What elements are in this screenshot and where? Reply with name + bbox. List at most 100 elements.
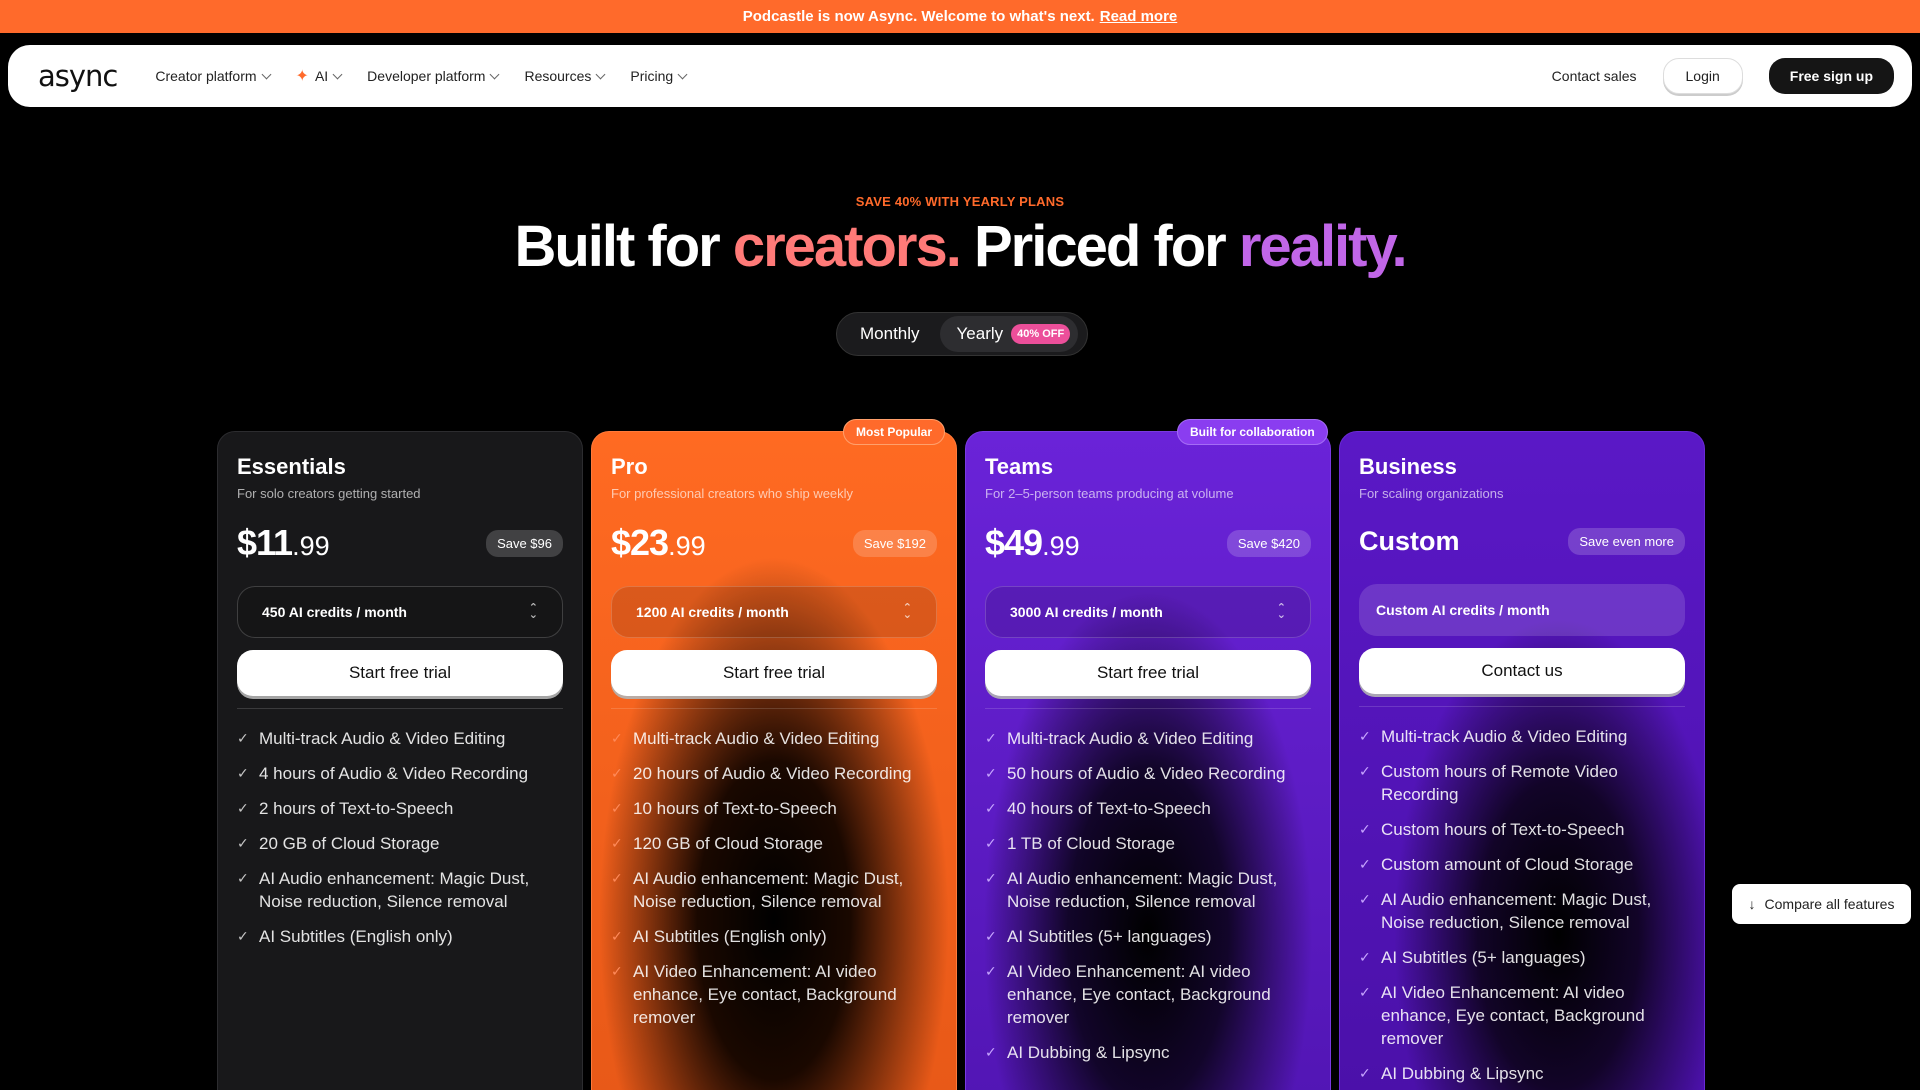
login-button[interactable]: Login — [1662, 58, 1743, 94]
nav-creator-platform[interactable]: Creator platform — [155, 68, 271, 84]
chevron-down-icon — [261, 69, 271, 79]
list-item: ✓ AI Subtitles (5+ languages) — [1359, 946, 1685, 969]
headline-creators: creators. — [732, 214, 962, 279]
list-item: ✓ AI Subtitles (English only) — [611, 925, 937, 948]
check-icon: ✓ — [611, 870, 623, 886]
feature-text: 20 GB of Cloud Storage — [259, 834, 440, 853]
check-icon: ✓ — [1359, 856, 1371, 872]
list-item: ✓ 4 hours of Audio & Video Recording — [237, 762, 563, 785]
start-free-trial-button[interactable]: Start free trial — [611, 650, 937, 696]
nav-ai[interactable]: ✦ AI — [295, 66, 343, 86]
list-item: ✓ 120 GB of Cloud Storage — [611, 832, 937, 855]
contact-us-button[interactable]: Contact us — [1359, 648, 1685, 694]
feature-text: Multi-track Audio & Video Editing — [259, 729, 506, 748]
save-badge: Save $96 — [486, 529, 563, 557]
list-item: ✓ AI Dubbing & Lipsync — [985, 1041, 1311, 1064]
check-icon: ✓ — [985, 765, 997, 781]
feature-list: ✓ Multi-track Audio & Video Editing ✓ 4 ho… — [237, 727, 563, 948]
free-sign-up-button[interactable]: Free sign up — [1768, 58, 1894, 94]
feature-list: ✓ Multi-track Audio & Video Editing ✓ Cust… — [1359, 725, 1685, 1085]
feature-text: AI Video Enhancement: AI video enhance, … — [633, 962, 897, 1027]
list-item: ✓ 10 hours of Text-to-Speech — [611, 797, 937, 820]
nav-actions: Contact sales Login Free sign up — [1552, 58, 1894, 94]
feature-list: ✓ Multi-track Audio & Video Editing ✓ 20 h… — [611, 727, 937, 1029]
compare-all-features-button[interactable]: ↓ Compare all features — [1732, 884, 1911, 924]
headline-part-1: Built for — [514, 214, 733, 279]
discount-badge: 40% OFF — [1011, 324, 1071, 344]
check-icon: ✓ — [985, 835, 997, 851]
list-item: ✓ 2 hours of Text-to-Speech — [237, 797, 563, 820]
feature-text: 10 hours of Text-to-Speech — [633, 799, 837, 818]
nav-item-label: Developer platform — [367, 68, 486, 84]
plan-card-teams: Teams For 2–5-person teams producing at … — [965, 431, 1331, 1090]
feature-text: AI Video Enhancement: AI video enhance, … — [1007, 962, 1271, 1027]
feature-text: 120 GB of Cloud Storage — [633, 834, 823, 853]
check-icon: ✓ — [985, 870, 997, 886]
price-cents: .99 — [292, 531, 330, 561]
up-down-chevron-icon: ⌃ ⌄ — [1276, 602, 1286, 621]
nav-pricing[interactable]: Pricing — [630, 68, 688, 84]
list-item: ✓ AI Subtitles (English only) — [237, 925, 563, 948]
sparkle-icon: ✦ — [295, 68, 309, 85]
hero-eyebrow: SAVE 40% WITH YEARLY PLANS — [855, 194, 1065, 209]
list-item: ✓ AI Audio enhancement: Magic Dust, Noise… — [1359, 888, 1685, 934]
check-icon: ✓ — [1359, 821, 1371, 837]
plan-name: Essentials — [237, 454, 346, 479]
check-icon: ✓ — [1359, 949, 1371, 965]
feature-text: AI Audio enhancement: Magic Dust, Noise … — [633, 869, 904, 911]
nav-resources[interactable]: Resources — [524, 68, 606, 84]
plan-price: $11.99 — [237, 522, 330, 564]
credits-value: Custom AI credits / month — [1376, 602, 1550, 618]
check-icon: ✓ — [611, 765, 623, 781]
list-item: ✓ AI Subtitles (5+ languages) — [985, 925, 1311, 948]
feature-text: AI Subtitles (5+ languages) — [1381, 948, 1586, 967]
feature-text: 50 hours of Audio & Video Recording — [1007, 764, 1286, 783]
save-badge: Save even more — [1568, 527, 1685, 555]
check-icon: ✓ — [985, 928, 997, 944]
plan-description: For professional creators who ship weekl… — [611, 486, 854, 501]
check-icon: ✓ — [237, 928, 249, 944]
contact-sales-link[interactable]: Contact sales — [1552, 68, 1637, 84]
credits-value: 450 AI credits / month — [262, 604, 407, 620]
toggle-monthly[interactable]: Monthly — [840, 316, 940, 352]
divider — [237, 708, 563, 709]
start-free-trial-button[interactable]: Start free trial — [237, 650, 563, 696]
check-icon: ✓ — [237, 835, 249, 851]
list-item: ✓ 40 hours of Text-to-Speech — [985, 797, 1311, 820]
feature-text: Multi-track Audio & Video Editing — [633, 729, 880, 748]
feature-text: Multi-track Audio & Video Editing — [1381, 727, 1628, 746]
plan-name: Pro — [611, 454, 648, 479]
plan-price: $23.99 — [611, 522, 706, 564]
page-title: Built for creators. Priced for reality. — [0, 213, 1920, 280]
price-cents: .99 — [668, 531, 706, 561]
feature-text: AI Subtitles (English only) — [633, 927, 827, 946]
start-free-trial-button[interactable]: Start free trial — [985, 650, 1311, 696]
chevron-down-icon — [490, 69, 500, 79]
check-icon: ✓ — [985, 1044, 997, 1060]
check-icon: ✓ — [611, 928, 623, 944]
banner-text: Podcastle is now Async. Welcome to what'… — [742, 8, 1095, 25]
list-item: ✓ Multi-track Audio & Video Editing — [237, 727, 563, 750]
check-icon: ✓ — [1359, 1065, 1371, 1081]
list-item: ✓ AI Dubbing & Lipsync — [1359, 1062, 1685, 1085]
save-badge: Save $420 — [1226, 529, 1311, 557]
async-logo[interactable]: async — [38, 59, 118, 93]
list-item: ✓ Custom hours of Text-to-Speech — [1359, 818, 1685, 841]
check-icon: ✓ — [611, 835, 623, 851]
credits-display: Custom AI credits / month — [1359, 584, 1685, 636]
nav-developer-platform[interactable]: Developer platform — [367, 68, 500, 84]
credits-selector[interactable]: 1200 AI credits / month ⌃ ⌄ — [611, 586, 937, 638]
feature-text: 1 TB of Cloud Storage — [1007, 834, 1175, 853]
plan-name: Business — [1359, 454, 1457, 479]
list-item: ✓ Multi-track Audio & Video Editing — [611, 727, 937, 750]
credits-selector[interactable]: 450 AI credits / month ⌃ ⌄ — [237, 586, 563, 638]
banner-read-more-link[interactable]: Read more — [1100, 8, 1178, 25]
feature-text: 40 hours of Text-to-Speech — [1007, 799, 1211, 818]
toggle-yearly[interactable]: Yearly 40% OFF — [939, 316, 1079, 352]
credits-selector[interactable]: 3000 AI credits / month ⌃ ⌄ — [985, 586, 1311, 638]
up-down-chevron-icon: ⌃ ⌄ — [528, 602, 538, 621]
feature-text: Custom amount of Cloud Storage — [1381, 855, 1634, 874]
price-row: $11.99 Save $96 — [237, 521, 563, 565]
feature-text: AI Audio enhancement: Magic Dust, Noise … — [1381, 890, 1652, 932]
up-down-chevron-icon: ⌃ ⌄ — [902, 602, 912, 621]
